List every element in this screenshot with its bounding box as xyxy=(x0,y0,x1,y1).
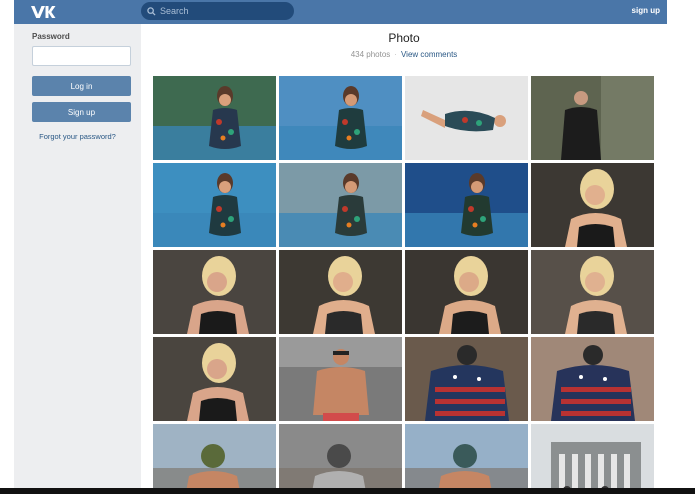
photo-image xyxy=(405,76,528,160)
password-field[interactable] xyxy=(32,46,131,66)
photo-album: Photo 434 photos · View comments xyxy=(141,24,667,494)
meta-separator: · xyxy=(394,50,397,59)
photo-image xyxy=(279,76,402,160)
photo-image xyxy=(531,250,654,334)
top-navigation-bar: sign up xyxy=(14,0,667,24)
login-button[interactable]: Log in xyxy=(32,76,131,96)
photo-thumbnail[interactable] xyxy=(153,424,276,494)
page-title: Photo xyxy=(388,31,420,45)
photo-thumbnail[interactable] xyxy=(153,76,276,160)
password-label: Password xyxy=(32,32,70,41)
photo-thumbnail[interactable] xyxy=(279,337,402,421)
photo-image xyxy=(531,337,654,421)
album-meta: 434 photos · View comments xyxy=(141,50,667,59)
photo-thumbnail[interactable] xyxy=(405,163,528,247)
vk-logo-icon xyxy=(31,6,56,18)
photo-thumbnail[interactable] xyxy=(531,250,654,334)
photo-image xyxy=(279,163,402,247)
right-margin xyxy=(667,0,695,494)
photo-image xyxy=(405,250,528,334)
photo-image xyxy=(531,163,654,247)
vk-logo[interactable] xyxy=(30,3,56,21)
photo-image xyxy=(153,337,276,421)
photo-image xyxy=(279,337,402,421)
photo-image xyxy=(279,424,402,494)
signup-button[interactable]: Sign up xyxy=(32,102,131,122)
forgot-password-link[interactable]: Forgot your password? xyxy=(14,132,141,141)
search-input[interactable] xyxy=(160,6,285,16)
photo-image xyxy=(405,337,528,421)
photo-thumbnail[interactable] xyxy=(279,76,402,160)
photo-thumbnail[interactable] xyxy=(405,424,528,494)
photo-thumbnail[interactable] xyxy=(531,163,654,247)
photo-image xyxy=(405,163,528,247)
photo-thumbnail[interactable] xyxy=(279,250,402,334)
photo-thumbnail[interactable] xyxy=(153,163,276,247)
photo-image xyxy=(153,424,276,494)
photo-thumbnail[interactable] xyxy=(405,250,528,334)
login-sidebar: Password Log in Sign up Forgot your pass… xyxy=(14,24,141,494)
photo-image xyxy=(153,250,276,334)
signup-link-top[interactable]: sign up xyxy=(632,6,660,15)
photo-thumbnail[interactable] xyxy=(531,424,654,494)
photo-thumbnail[interactable] xyxy=(405,76,528,160)
photo-count: 434 photos xyxy=(350,50,391,59)
photo-image xyxy=(531,76,654,160)
photo-thumbnail[interactable] xyxy=(405,337,528,421)
search-icon xyxy=(147,6,156,16)
photo-image xyxy=(405,424,528,494)
photo-image xyxy=(531,424,654,494)
photo-thumbnail[interactable] xyxy=(153,250,276,334)
photo-image xyxy=(279,250,402,334)
photo-image xyxy=(153,163,276,247)
photo-thumbnail[interactable] xyxy=(279,163,402,247)
photo-thumbnail[interactable] xyxy=(531,76,654,160)
photo-thumbnail[interactable] xyxy=(279,424,402,494)
search-box[interactable] xyxy=(141,2,294,20)
view-comments-link[interactable]: View comments xyxy=(401,50,457,59)
photo-thumbnail[interactable] xyxy=(531,337,654,421)
bottom-edge xyxy=(0,488,695,494)
photo-image xyxy=(153,76,276,160)
left-margin xyxy=(0,0,14,494)
photo-thumbnail[interactable] xyxy=(153,337,276,421)
vk-photo-page: sign up Password Log in Sign up Forgot y… xyxy=(0,0,695,494)
